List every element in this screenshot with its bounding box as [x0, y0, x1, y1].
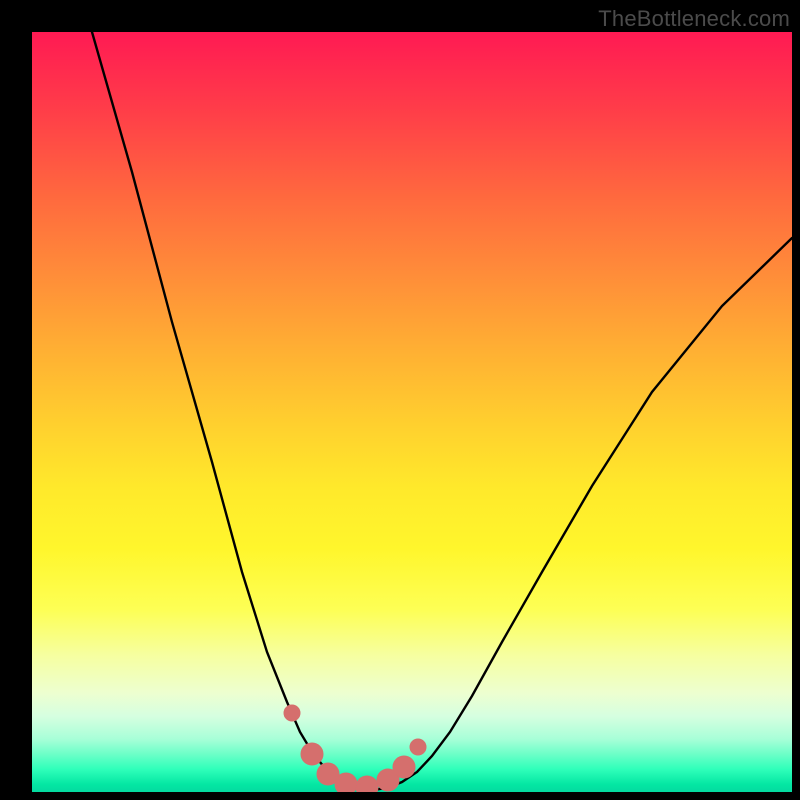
curve-layer [32, 32, 792, 792]
curve-marker [393, 756, 415, 778]
bottleneck-curve [92, 32, 792, 790]
chart-frame: TheBottleneck.com [0, 0, 800, 800]
curve-marker [410, 739, 426, 755]
curve-marker [301, 743, 323, 765]
plot-area [32, 32, 792, 792]
curve-marker [356, 776, 378, 792]
curve-marker [284, 705, 300, 721]
watermark-text: TheBottleneck.com [598, 6, 790, 32]
curve-marker [335, 773, 357, 792]
